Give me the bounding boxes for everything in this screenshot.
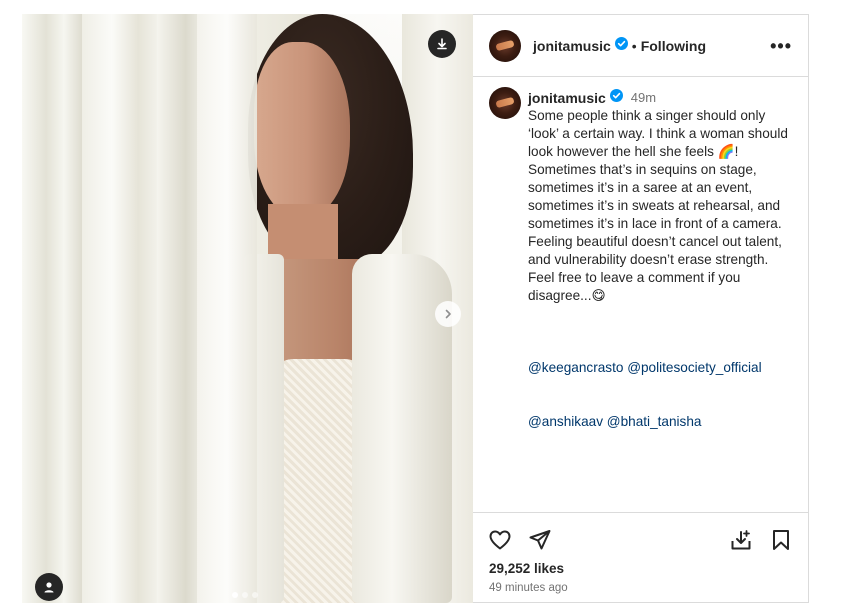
send-icon: [529, 530, 551, 550]
next-slide-button[interactable]: [435, 301, 461, 327]
like-button[interactable]: [487, 527, 513, 553]
download-icon: [437, 38, 447, 50]
following-button[interactable]: Following: [641, 38, 706, 54]
caption-text: Some people think a singer should only ‘…: [528, 108, 792, 303]
mention-link[interactable]: @anshikaav @bhati_tanisha: [528, 413, 798, 431]
post-details-panel: jonitamusic • Following ••• jonitamusic: [473, 14, 809, 603]
avatar[interactable]: [489, 87, 521, 119]
bookmark-button[interactable]: [768, 527, 794, 553]
avatar[interactable]: [489, 29, 521, 62]
chevron-right-icon: [445, 309, 451, 319]
caption-username[interactable]: jonitamusic: [528, 89, 606, 107]
caption-timestamp[interactable]: 49m: [631, 89, 656, 107]
carousel-indicator: [232, 592, 258, 598]
mention-link[interactable]: @keegancrasto @politesociety_official: [528, 359, 798, 377]
heart-icon: [489, 530, 511, 550]
verified-badge-icon: [609, 89, 623, 107]
download-button[interactable]: [428, 30, 456, 58]
user-tag-icon: [44, 582, 54, 593]
verified-badge-icon: [614, 36, 628, 55]
curtain-foreground: [197, 14, 257, 603]
likes-count[interactable]: 29,252 likes: [489, 561, 564, 576]
post-timestamp[interactable]: 49 minutes ago: [489, 582, 568, 594]
mentions: @keegancrasto @politesociety_official @a…: [528, 323, 798, 467]
save-to-collection-button[interactable]: [728, 527, 754, 553]
save-to-collection-icon: [731, 530, 751, 550]
share-button[interactable]: [527, 527, 553, 553]
carousel-dot: [232, 592, 238, 598]
caption-body: jonitamusic 49m Some people think a sing…: [528, 87, 798, 467]
carousel-dot: [242, 592, 248, 598]
caption-header: jonitamusic 49m: [528, 89, 798, 107]
author-username[interactable]: jonitamusic: [533, 38, 611, 54]
action-bar: 29,252 likes 49 minutes ago: [473, 512, 808, 603]
carousel-dot: [252, 592, 258, 598]
more-options-icon[interactable]: •••: [770, 37, 792, 55]
caption: jonitamusic 49m Some people think a sing…: [489, 87, 798, 467]
post-image[interactable]: [22, 14, 473, 603]
action-icons: [487, 527, 794, 553]
post-header: jonitamusic • Following •••: [473, 15, 808, 77]
header-separator: •: [631, 37, 637, 54]
tagged-users-button[interactable]: [35, 573, 63, 601]
bookmark-icon: [773, 530, 789, 550]
